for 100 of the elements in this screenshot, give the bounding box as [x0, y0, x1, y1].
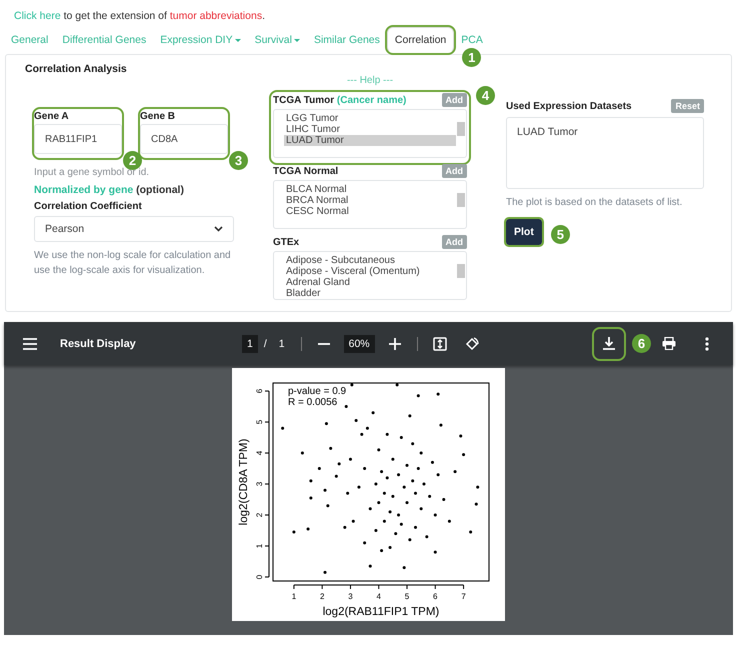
tick-label: 6 [255, 388, 264, 394]
data-point [344, 405, 348, 408]
data-point [306, 527, 310, 530]
list-title: TCGA Normal [273, 166, 338, 176]
data-point [394, 532, 398, 536]
chevron-icon [214, 226, 223, 232]
download-icon [603, 337, 615, 350]
data-point [292, 530, 296, 534]
data-point [382, 492, 386, 495]
data-point [329, 446, 332, 450]
data-point [408, 538, 412, 542]
data-point [374, 482, 378, 486]
data-point [372, 411, 375, 414]
data-point [462, 453, 466, 456]
data-point [366, 426, 369, 430]
data-point [368, 564, 372, 568]
download-button[interactable] [594, 328, 624, 358]
list-option[interactable]: BLCA Normal [284, 184, 456, 195]
list-option[interactable]: Adipose - Visceral (Omentum) [284, 266, 456, 277]
list-option[interactable]: Bladder [284, 288, 456, 299]
data-point [416, 467, 420, 470]
gene-input[interactable]: CD8A [140, 124, 228, 154]
list-option[interactable]: BRCA Normal [284, 195, 456, 206]
data-point [309, 479, 312, 482]
list-option[interactable]: LIHC Tumor [284, 124, 456, 135]
data-point [318, 467, 321, 470]
data-point [350, 383, 354, 386]
data-point [414, 526, 417, 529]
notice-text: Click here to get the extension of tumor abbreviations. [13, 9, 266, 24]
data-point [357, 486, 360, 489]
data-point [377, 448, 380, 452]
data-point [386, 476, 389, 480]
dataset-listbox[interactable]: LGG Tumor LIHC Tumor LUAD Tumor [273, 109, 467, 158]
datasets-textarea[interactable]: LUAD Tumor [506, 117, 704, 189]
field-label: Gene B [140, 111, 176, 122]
data-point [346, 492, 350, 495]
tick-label: 5 [404, 592, 410, 601]
y-axis-label: log2(CD8A TPM) [238, 438, 250, 526]
data-point [406, 501, 408, 504]
data-point [408, 414, 412, 418]
dataset-listbox[interactable]: BLCA Normal BRCA Normal CESC Normal [273, 180, 467, 229]
callout-number: 5 [550, 225, 570, 244]
tick-label: 4 [255, 450, 264, 456]
data-point [324, 488, 327, 492]
list-title: TCGA Tumor (Cancer name) [273, 94, 406, 106]
data-point [380, 549, 384, 552]
field-label: Correlation Coefficient [34, 201, 143, 212]
data-point [380, 470, 384, 474]
page-field[interactable]: 1 [242, 334, 258, 352]
tick-label: 6 [433, 592, 438, 601]
tick-label: 4 [376, 592, 381, 601]
normalized-text: Normalized by gene (optional) [34, 184, 185, 196]
data-point [377, 501, 380, 504]
data-point [368, 507, 372, 510]
data-point [428, 494, 432, 498]
list-option[interactable]: Adipose - Subcutaneous [284, 255, 456, 266]
tick-label: 1 [255, 544, 264, 548]
gene-input[interactable]: RAB11FIP1 [34, 124, 122, 154]
list-title: GTEx [273, 236, 300, 248]
data-point [354, 419, 358, 422]
data-point [348, 458, 352, 461]
data-point [411, 442, 414, 446]
tick-label: 3 [348, 592, 353, 601]
data-point [363, 541, 366, 544]
data-point [326, 504, 330, 508]
coefficient-select[interactable]: Pearson [34, 216, 234, 242]
plot-button[interactable]: Plot [506, 219, 542, 245]
callout-number: 3 [229, 151, 248, 170]
data-point [414, 492, 417, 495]
dataset-listbox[interactable]: Adipose - Subcutaneous Adipose - Visceral (Omentum) Adrenal Gland Bladder [273, 251, 467, 300]
list-title: Used Expression Datasets [506, 100, 632, 112]
data-point [363, 467, 366, 470]
annotation-text: p-value = 0.9 [288, 386, 346, 397]
list-option[interactable]: CESC Normal [284, 206, 456, 217]
zoom-field[interactable]: 60% [344, 334, 375, 352]
callout-number: 4 [476, 86, 495, 105]
list-option[interactable]: LUAD Tumor [284, 135, 456, 146]
data-point [420, 507, 423, 510]
caret-icon [294, 38, 300, 42]
data-point [391, 458, 394, 461]
tick-label: 2 [320, 592, 324, 601]
tick-label: 0 [255, 574, 264, 580]
data-point [281, 426, 284, 430]
list-option[interactable]: LGG Tumor [284, 113, 456, 124]
data-point [448, 520, 451, 523]
data-point [352, 520, 355, 523]
data-point [360, 432, 364, 436]
data-point [300, 452, 304, 455]
scale-note: We use the non-log scale for calculation and use the log-scale axis for visualization. [34, 249, 232, 278]
list-option[interactable]: Adrenal Gland [284, 277, 456, 288]
tick-label: 5 [255, 420, 264, 424]
page-count: 1 [278, 338, 285, 350]
data-point [374, 529, 378, 532]
data-point [396, 383, 399, 386]
data-point [397, 514, 400, 516]
data-point [439, 424, 442, 427]
data-point [397, 473, 400, 476]
data-point [402, 486, 406, 489]
data-point [388, 546, 392, 550]
data-point [430, 460, 434, 464]
